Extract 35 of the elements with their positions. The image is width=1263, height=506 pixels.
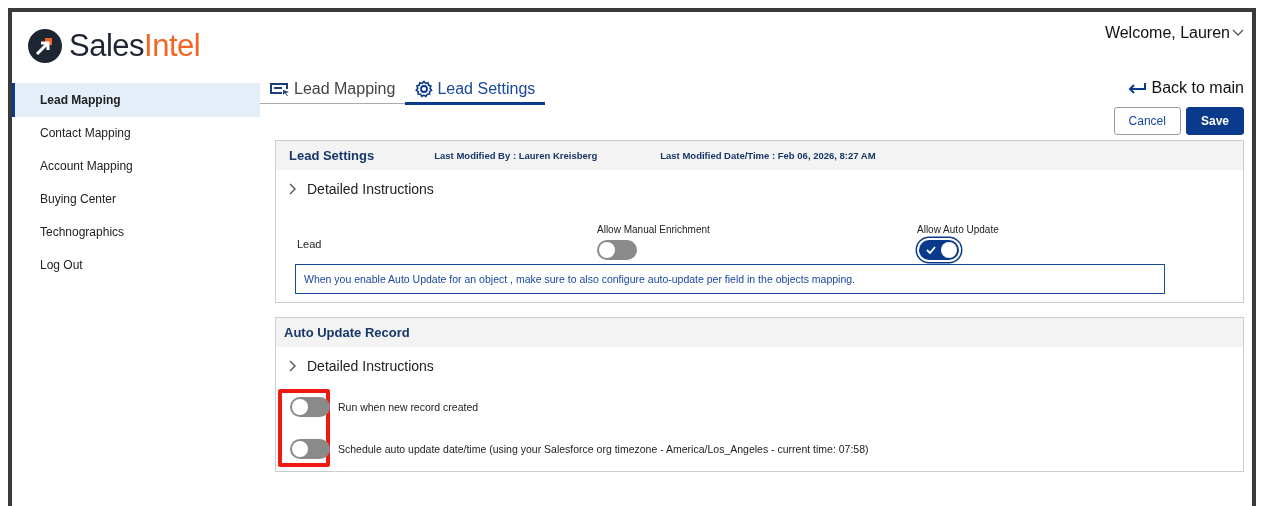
user-menu[interactable]: Welcome, Lauren xyxy=(1104,24,1244,42)
instructions-toggle[interactable]: Detailed Instructions xyxy=(307,358,434,374)
panel-title: Auto Update Record xyxy=(284,325,410,340)
sidebar-item[interactable]: Lead Mapping xyxy=(12,83,260,117)
sidebar-item[interactable]: Technographics xyxy=(12,216,260,249)
panel-title: Lead Settings xyxy=(289,148,375,163)
toggle-switch[interactable] xyxy=(290,439,330,459)
check-icon xyxy=(926,246,936,254)
info-note: When you enable Auto Update for an object , make sure to also configure auto-update per field in the objects mapping. xyxy=(295,264,1165,294)
gear-icon xyxy=(415,79,434,98)
sidebar-item[interactable]: Contact Mapping xyxy=(12,117,260,150)
logo-icon xyxy=(28,29,62,63)
cursor-window-icon xyxy=(270,82,290,96)
toggle-switch[interactable] xyxy=(290,397,330,417)
tab[interactable]: Lead Settings xyxy=(405,75,546,105)
return-arrow-icon xyxy=(1127,82,1146,94)
sidebar-item[interactable]: Log Out xyxy=(12,249,260,282)
sidebar-item[interactable]: Buying Center xyxy=(12,183,260,216)
toggle-switch[interactable] xyxy=(919,240,959,260)
toggle-switch[interactable] xyxy=(597,240,637,260)
toggle-label: Allow Auto Update xyxy=(917,224,999,235)
sidebar-item[interactable]: Account Mapping xyxy=(12,150,260,183)
option-label: Schedule auto update date/time (using your Salesforce org timezone - America/Los_Angeles - current time: 07:58) xyxy=(338,443,869,455)
row-label: Lead xyxy=(296,238,323,250)
instructions-toggle[interactable]: Detailed Instructions xyxy=(307,181,434,197)
logo-wordmark: SalesIntel xyxy=(69,28,201,64)
cancel-button[interactable]: Cancel xyxy=(1113,107,1181,135)
tab[interactable]: Lead Mapping xyxy=(260,75,406,103)
option-label: Run when new record created xyxy=(338,401,479,413)
back-link[interactable]: Back to main xyxy=(1127,79,1244,97)
save-button[interactable]: Save xyxy=(1185,107,1244,135)
modified-by-text: Last Modified By : Lauren Kreisberg xyxy=(434,150,599,161)
chevron-down-icon xyxy=(1232,29,1244,37)
modified-date-text: Last Modified Date/Time : Feb 06, 2026, 8:27 AM xyxy=(660,150,876,161)
toggle-label: Allow Manual Enrichment xyxy=(597,224,710,235)
